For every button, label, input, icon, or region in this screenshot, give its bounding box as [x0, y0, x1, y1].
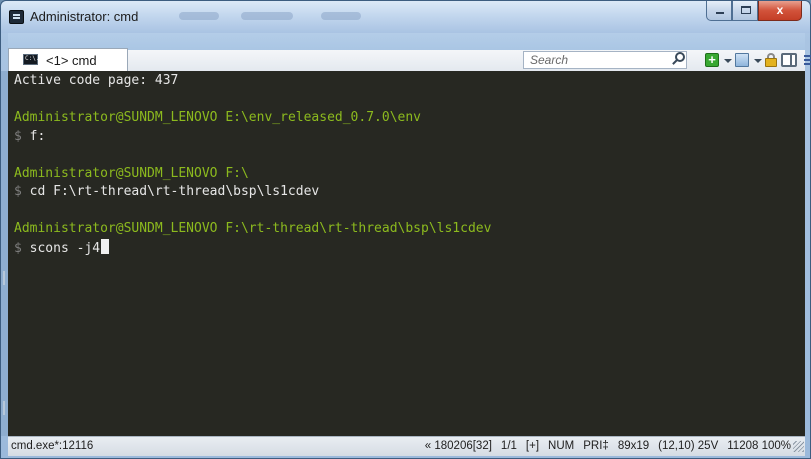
console-app-icon[interactable]	[9, 10, 24, 24]
console-command-line: $ scons -j4	[14, 238, 805, 258]
status-process[interactable]: cmd.exe*:12116	[11, 440, 93, 452]
caption-buttons: x	[706, 1, 802, 21]
search-icon[interactable]	[675, 52, 685, 62]
console-command-line: $ f:	[14, 128, 805, 147]
prompt-user: Administrator@SUNDM_LENOVO	[14, 165, 218, 181]
prompt-path: E:\env_released_0.7.0\env	[225, 110, 421, 125]
window-layout-icon[interactable]	[735, 53, 749, 67]
console-window: Administrator: cmd x C:\. <1> cmd +	[0, 0, 811, 459]
search-input[interactable]	[523, 51, 687, 69]
status-priority[interactable]: PRI‡	[583, 440, 609, 452]
chevron-down-icon[interactable]	[724, 59, 732, 63]
command-text[interactable]: cd F:\rt-thread\rt-thread\bsp\ls1cdev	[30, 184, 320, 199]
command-text[interactable]: f:	[30, 129, 46, 144]
status-pid-zoom[interactable]: 11208 100%	[727, 440, 791, 452]
status-tab-index[interactable]: 1/1	[501, 440, 517, 452]
console-tab-icon: C:\.	[23, 54, 39, 65]
status-insert-mode[interactable]: [+]	[526, 440, 539, 452]
prompt-dollar: $	[14, 184, 22, 199]
status-num-lock[interactable]: NUM	[548, 440, 574, 452]
maximize-button[interactable]	[732, 1, 758, 21]
status-size[interactable]: 89x19	[618, 440, 649, 452]
prompt-path: F:\rt-thread\rt-thread\bsp\ls1cdev	[225, 221, 492, 236]
text-cursor	[101, 238, 110, 254]
tab-cmd[interactable]: C:\. <1> cmd	[8, 48, 128, 71]
window-title: Administrator: cmd	[30, 9, 139, 24]
title-bar[interactable]: Administrator: cmd x	[1, 1, 810, 33]
lock-icon[interactable]	[765, 53, 777, 67]
title-blur-decoration	[321, 12, 361, 20]
console-output-line: Active code page: 437	[14, 73, 179, 88]
tab-label: <1> cmd	[46, 53, 97, 68]
title-blur-decoration	[241, 12, 293, 20]
status-cursor-pos[interactable]: (12,10) 25V	[658, 440, 718, 452]
prompt-path: F:\	[225, 165, 249, 181]
window-left-border	[1, 71, 8, 436]
console-command-line: $ cd F:\rt-thread\rt-thread\bsp\ls1cdev	[14, 183, 805, 202]
prompt-user: Administrator@SUNDM_LENOVO	[14, 221, 218, 236]
console-output[interactable]: Active code page: 437 Administrator@SUND…	[8, 71, 805, 436]
new-console-icon[interactable]: +	[705, 53, 719, 67]
status-bar: cmd.exe*:12116 « 180206[32] 1/1 [+] NUM …	[8, 436, 805, 456]
console-prompt-line: Administrator@SUNDM_LENOVO F:\	[14, 165, 805, 184]
maximize-icon	[741, 6, 751, 14]
status-build[interactable]: « 180206[32]	[425, 440, 492, 452]
resize-grip-icon[interactable]	[793, 441, 804, 452]
tab-toolbar: C:\. <1> cmd +	[8, 48, 811, 71]
hamburger-menu-icon[interactable]	[804, 53, 811, 67]
command-text[interactable]: scons -j4	[30, 241, 100, 256]
console-prompt-line: Administrator@SUNDM_LENOVO E:\env_releas…	[14, 109, 805, 128]
status-fields: « 180206[32] 1/1 [+] NUM PRI‡ 89x19 (12,…	[425, 440, 791, 452]
prompt-dollar: $	[14, 128, 22, 144]
split-panes-icon[interactable]	[781, 53, 797, 67]
console-prompt-line: Administrator@SUNDM_LENOVO F:\rt-thread\…	[14, 220, 805, 239]
title-blur-decoration	[179, 12, 219, 20]
chevron-down-icon[interactable]	[754, 59, 762, 63]
minimize-icon	[716, 12, 724, 14]
minimize-button[interactable]	[706, 1, 732, 21]
close-button[interactable]: x	[758, 1, 802, 21]
prompt-dollar: $	[14, 240, 22, 256]
prompt-user: Administrator@SUNDM_LENOVO	[14, 110, 218, 125]
